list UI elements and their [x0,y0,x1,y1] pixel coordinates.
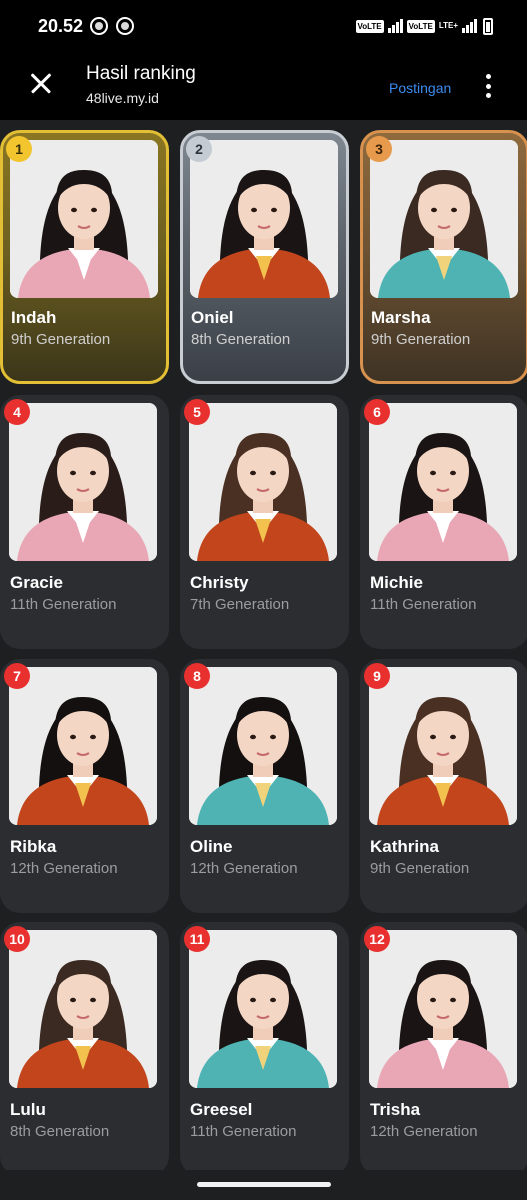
lte-plus-label: LTE+ [438,21,458,30]
member-name: Ribka [10,837,57,856]
ranking-grid: 1 Indah 9th Generation 2 Oniel 8th Generation… [0,120,527,1180]
rank-badge: 9 [364,663,390,689]
member-name: Indah [11,308,57,327]
member-photo [369,667,517,825]
rank-badge: 11 [184,926,210,952]
member-photo [189,667,337,825]
member-card[interactable]: 12 Trisha 12th Generation [360,922,527,1176]
member-name: Marsha [371,308,431,327]
member-photo [10,140,158,298]
post-link[interactable]: Postingan [389,80,451,96]
member-generation: 8th Generation [10,1123,110,1140]
member-name: Trisha [370,1100,421,1119]
rank-badge: 4 [4,399,30,425]
member-generation: 11th Generation [370,596,477,613]
member-name: Gracie [10,573,63,592]
member-generation: 11th Generation [190,1123,297,1140]
member-photo [9,930,157,1088]
member-card[interactable]: 1 Indah 9th Generation [0,130,169,384]
member-card[interactable]: 10 Lulu 8th Generation [0,922,169,1176]
member-generation: 12th Generation [10,860,118,877]
member-photo [9,403,157,561]
page-title: Hasil ranking [86,63,196,84]
member-card[interactable]: 2 Oniel 8th Generation [180,130,349,384]
member-name: Kathrina [370,837,439,856]
page-url: 48live.my.id [86,90,159,106]
member-card[interactable]: 7 Ribka 12th Generation [0,659,169,913]
member-card[interactable]: 4 Gracie 11th Generation [0,395,169,649]
member-name: Lulu [10,1100,46,1119]
member-generation: 9th Generation [371,331,471,348]
member-name: Michie [370,573,423,592]
signal-strength-icon [462,19,477,33]
rank-badge: 1 [6,136,32,162]
rank-badge: 12 [364,926,390,952]
member-generation: 12th Generation [370,1123,478,1140]
member-generation: 11th Generation [10,596,117,613]
member-generation: 9th Generation [11,331,111,348]
member-name: Oniel [191,308,234,327]
volte-badge: VoLTE [355,19,384,33]
member-photo [370,140,518,298]
home-gesture-bar[interactable] [197,1182,331,1187]
member-card[interactable]: 9 Kathrina 9th Generation [360,659,527,913]
rank-badge: 8 [184,663,210,689]
system-icons: VoLTE VoLTE LTE+ [355,17,493,35]
member-card[interactable]: 3 Marsha 9th Generation [360,130,527,384]
member-name: Greesel [190,1100,253,1119]
volte-badge: VoLTE [406,19,435,33]
member-photo [190,140,338,298]
member-name: Oline [190,837,233,856]
member-generation: 7th Generation [190,596,290,613]
member-card[interactable]: 5 Christy 7th Generation [180,395,349,649]
navigation-bar [0,1170,527,1200]
signal-strength-icon [387,19,403,33]
rank-badge: 3 [366,136,392,162]
member-card[interactable]: 8 Oline 12th Generation [180,659,349,913]
member-generation: 12th Generation [190,860,298,877]
status-time: 20.52 [38,16,84,36]
member-photo [189,930,337,1088]
battery-icon [483,17,493,35]
member-generation: 8th Generation [191,331,291,348]
status-bar: 20.52 VoLTE VoLTE LTE+ [0,0,527,54]
whatsapp-notification-icon [90,17,108,35]
whatsapp-notification-icon [116,17,134,35]
member-photo [369,930,517,1088]
rank-badge: 6 [364,399,390,425]
member-name: Christy [190,573,249,592]
member-card[interactable]: 11 Greesel 11th Generation [180,922,349,1176]
rank-badge: 7 [4,663,30,689]
member-photo [369,403,517,561]
member-photo [9,667,157,825]
member-generation: 9th Generation [370,860,470,877]
rank-badge: 10 [4,926,30,952]
close-icon[interactable] [28,70,54,96]
rank-badge: 5 [184,399,210,425]
app-bar: Hasil ranking 48live.my.id Postingan [0,54,527,120]
member-card[interactable]: 6 Michie 11th Generation [360,395,527,649]
rank-badge: 2 [186,136,212,162]
more-options-icon[interactable] [478,72,498,100]
member-photo [189,403,337,561]
